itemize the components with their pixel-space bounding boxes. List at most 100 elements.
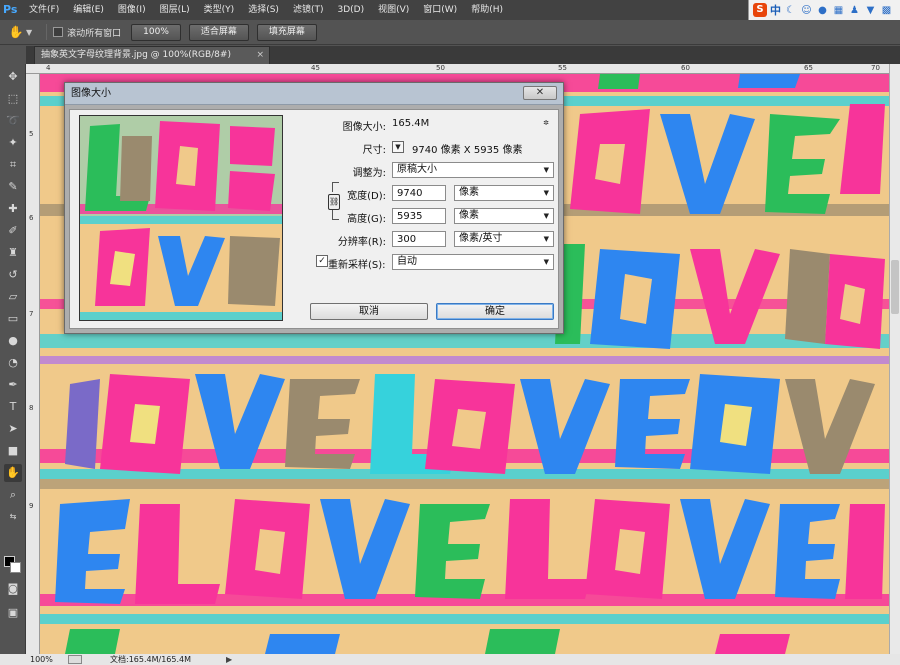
document-tab[interactable]: 抽象英文字母纹理背景.jpg @ 100%(RGB/8#) × <box>34 46 270 64</box>
chevron-down-icon: ▼ <box>543 212 549 220</box>
menu-view[interactable]: 视图(V) <box>371 0 416 20</box>
eraser-tool-icon[interactable]: ▱ <box>4 288 22 306</box>
crop-tool-icon[interactable]: ⌗ <box>4 156 22 174</box>
menu-image[interactable]: 图像(I) <box>111 0 153 20</box>
height-label: 高度(G): <box>347 214 386 225</box>
zoom-tool-icon[interactable]: ⌕ <box>4 486 22 504</box>
fit-screen-button[interactable]: 适合屏幕 <box>188 23 249 41</box>
ruler-label: 45 <box>311 64 320 72</box>
hand-tool-preset-icon[interactable]: ✋ <box>8 24 24 40</box>
dodge-tool-icon[interactable]: ◔ <box>4 354 22 372</box>
moon-icon[interactable]: ☾ <box>784 4 797 17</box>
ime-mode-toggle[interactable]: 中 <box>770 2 781 18</box>
resample-checkbox[interactable]: ✓ <box>316 255 328 267</box>
gear-icon[interactable]: ✲ <box>540 118 552 130</box>
menu-file[interactable]: 文件(F) <box>22 0 66 20</box>
type-tool-icon[interactable]: T <box>4 398 22 416</box>
vertical-scrollbar[interactable] <box>889 64 900 654</box>
keyboard-icon[interactable]: ▦ <box>832 4 845 17</box>
menu-filter[interactable]: 滤镜(T) <box>286 0 331 20</box>
sogou-logo-icon[interactable]: S <box>753 3 767 17</box>
fit-to-label: 调整为: <box>352 168 386 179</box>
height-unit-select[interactable]: 像素 ▼ <box>454 208 554 224</box>
image-size-dialog: 图像大小 ✕ 图像大小: 165.4M ✲ 尺寸: ▼ 9740 像素 X 59… <box>64 82 564 334</box>
dimensions-label: 尺寸: <box>362 145 386 156</box>
healing-brush-icon[interactable]: ✚ <box>4 200 22 218</box>
marquee-tool-icon[interactable]: ⬚ <box>4 90 22 108</box>
chevron-down-icon: ▼ <box>543 235 549 243</box>
quick-mask-icon[interactable]: ◙ <box>4 580 22 598</box>
fit-to-value: 原稿大小 <box>397 164 437 175</box>
chevron-down-icon: ▼ <box>543 166 549 174</box>
ruler-label: 8 <box>29 404 34 412</box>
status-menu-arrow-icon[interactable]: ▶ <box>226 654 232 665</box>
brush-tool-icon[interactable]: ✐ <box>4 222 22 240</box>
stamp-tool-icon[interactable]: ♜ <box>4 244 22 262</box>
zoom-level[interactable]: 100% <box>30 654 53 665</box>
tools-panel: ✥ ⬚ ➰ ✦ ⌗ ✎ ✚ ✐ ♜ ↺ ▱ ▭ ● ◔ ✒ T ➤ ■ ✋ ⌕ … <box>0 64 26 654</box>
cancel-button[interactable]: 取消 <box>310 303 428 320</box>
dialog-close-button[interactable]: ✕ <box>523 86 557 100</box>
options-bar: ✋ ▼ 滚动所有窗口 100% 适合屏幕 填充屏幕 <box>0 20 900 45</box>
gradient-tool-icon[interactable]: ▭ <box>4 310 22 328</box>
photoshop-window: Ps 文件(F) 编辑(E) 图像(I) 图层(L) 类型(Y) 选择(S) 滤… <box>0 0 900 665</box>
resample-select[interactable]: 自动 ▼ <box>392 254 554 270</box>
width-label: 宽度(D): <box>347 191 386 202</box>
smile-icon[interactable]: ☺ <box>800 4 813 17</box>
hand-tool-icon[interactable]: ✋ <box>4 464 22 482</box>
menu-window[interactable]: 窗口(W) <box>416 0 464 20</box>
background-color-swatch[interactable] <box>10 562 21 573</box>
resample-value: 自动 <box>397 256 417 267</box>
image-preview[interactable] <box>79 115 283 321</box>
close-icon[interactable]: × <box>256 47 264 63</box>
vertical-ruler: 5 6 7 8 9 <box>26 74 40 654</box>
eyedropper-icon[interactable]: ✎ <box>4 178 22 196</box>
lasso-tool-icon[interactable]: ➰ <box>4 112 22 130</box>
ruler-label: 65 <box>804 64 813 72</box>
path-selection-icon[interactable]: ➤ <box>4 420 22 438</box>
menu-select[interactable]: 选择(S) <box>241 0 286 20</box>
menu-layer[interactable]: 图层(L) <box>153 0 197 20</box>
blur-tool-icon[interactable]: ● <box>4 332 22 350</box>
resolution-label: 分辨率(R): <box>337 237 386 248</box>
resolution-unit-select[interactable]: 像素/英寸 ▼ <box>454 231 554 247</box>
user-icon[interactable]: ♟ <box>848 4 861 17</box>
chevron-down-icon: ▼ <box>543 258 549 266</box>
fill-screen-button[interactable]: 填充屏幕 <box>256 23 317 41</box>
move-tool-icon[interactable]: ✥ <box>4 68 22 86</box>
screen-mode-icon[interactable]: ▣ <box>4 604 22 622</box>
status-preview-icon[interactable] <box>68 655 82 664</box>
document-tab-strip: 抽象英文字母纹理背景.jpg @ 100%(RGB/8#) × <box>26 46 900 64</box>
zoom-100-button[interactable]: 100% <box>131 23 181 41</box>
grid-icon[interactable]: ▩ <box>880 4 893 17</box>
chevron-down-icon[interactable]: ▼ <box>26 28 32 37</box>
ruler-label: 6 <box>29 214 34 222</box>
scroll-all-windows-label: 滚动所有窗口 <box>67 28 122 39</box>
menu-help[interactable]: 帮助(H) <box>464 0 510 20</box>
scroll-all-windows-checkbox[interactable] <box>53 27 64 37</box>
height-input[interactable] <box>392 208 446 224</box>
shirt-icon[interactable]: ▼ <box>864 4 877 17</box>
status-bar: 100% 文档:165.4M/165.4M ▶ <box>0 654 900 665</box>
mic-icon[interactable]: ● <box>816 4 829 17</box>
dialog-body: 图像大小: 165.4M ✲ 尺寸: ▼ 9740 像素 X 5935 像素 调… <box>69 109 559 329</box>
swap-colors-icon[interactable]: ⇆ <box>4 512 22 522</box>
ruler-label: 60 <box>681 64 690 72</box>
scrollbar-thumb[interactable] <box>891 260 899 314</box>
magic-wand-icon[interactable]: ✦ <box>4 134 22 152</box>
menu-type[interactable]: 类型(Y) <box>197 0 242 20</box>
ruler-label: 9 <box>29 502 34 510</box>
pen-tool-icon[interactable]: ✒ <box>4 376 22 394</box>
history-brush-icon[interactable]: ↺ <box>4 266 22 284</box>
shape-tool-icon[interactable]: ■ <box>4 442 22 460</box>
width-unit-select[interactable]: 像素 ▼ <box>454 185 554 201</box>
fit-to-select[interactable]: 原稿大小 ▼ <box>392 162 554 178</box>
document-size-info: 文档:165.4M/165.4M <box>110 655 191 664</box>
width-input[interactable] <box>392 185 446 201</box>
resolution-input[interactable] <box>392 231 446 247</box>
menu-3d[interactable]: 3D(D) <box>330 0 371 20</box>
menu-edit[interactable]: 编辑(E) <box>66 0 111 20</box>
width-unit-value: 像素 <box>459 187 479 198</box>
ok-button[interactable]: 确定 <box>436 303 554 320</box>
dimensions-dropdown-icon[interactable]: ▼ <box>392 141 404 153</box>
